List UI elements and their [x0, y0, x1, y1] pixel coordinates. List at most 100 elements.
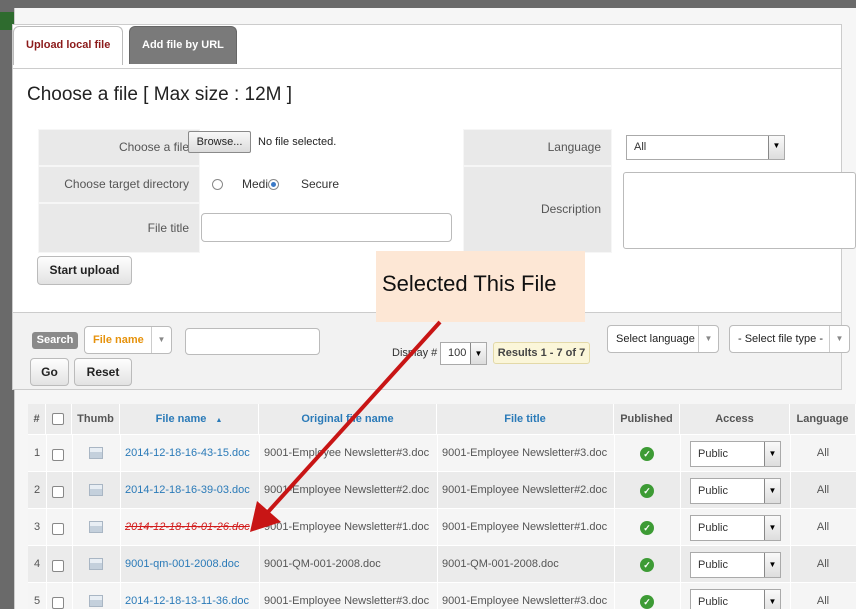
chevron-down-icon: ▼ [764, 516, 780, 540]
search-field-select[interactable]: File name ▼ [84, 326, 172, 354]
document-thumb-icon [89, 521, 103, 533]
radio-secure[interactable] [268, 179, 279, 190]
language-value: All [816, 521, 830, 533]
page-title: Choose a file [ Max size : 12M ] [27, 84, 293, 105]
table-row: 2 2014-12-18-16-39-03.doc 9001-Employee Ne… [28, 471, 856, 509]
access-value: Public [698, 596, 728, 608]
access-value: Public [698, 485, 728, 497]
language-value: All [816, 484, 830, 496]
col-header-file-name[interactable]: File name ▲ [120, 404, 259, 434]
annotation-callout: Selected This File [376, 251, 585, 322]
search-input[interactable] [185, 328, 320, 355]
published-check-icon[interactable]: ✓ [640, 484, 654, 498]
tab-upload-local-file[interactable]: Upload local file [13, 26, 123, 65]
select-language-value: Select language [616, 333, 695, 345]
published-check-icon[interactable]: ✓ [640, 558, 654, 572]
display-count-value: 100 [448, 347, 467, 359]
col-header-file-title[interactable]: File title [437, 404, 614, 434]
published-check-icon[interactable]: ✓ [640, 595, 654, 609]
target-directory-label: Choose target directory [38, 166, 200, 203]
language-label: Language [463, 129, 612, 166]
file-title: 9001-Employee Newsletter#3.doc [442, 447, 608, 459]
document-thumb-icon [89, 447, 103, 459]
table-row: 5 2014-12-18-13-11-36.doc 9001-Employee Ne… [28, 582, 856, 609]
col-header-original-file-name[interactable]: Original file name [259, 404, 437, 434]
display-label: Display # [392, 347, 438, 359]
chevron-down-icon: ▼ [829, 326, 849, 352]
display-count-select[interactable]: 100 ▼ [440, 342, 487, 365]
select-file-type-dropdown[interactable]: - Select file type - ▼ [729, 325, 850, 353]
published-check-icon[interactable]: ✓ [640, 447, 654, 461]
row-checkbox[interactable] [52, 560, 64, 572]
row-checkbox[interactable] [52, 597, 64, 609]
row-number: 4 [33, 558, 41, 570]
original-file-name: 9001-Employee Newsletter#2.doc [264, 484, 430, 496]
browse-button[interactable]: Browse... [188, 131, 251, 153]
file-title-input[interactable] [201, 213, 452, 242]
row-number: 1 [33, 447, 41, 459]
chevron-down-icon: ▼ [470, 343, 486, 364]
select-all-checkbox[interactable] [52, 413, 64, 425]
chevron-down-icon: ▼ [768, 136, 784, 159]
results-badge: Results 1 - 7 of 7 [493, 342, 590, 364]
chevron-down-icon: ▼ [764, 442, 780, 466]
start-upload-button[interactable]: Start upload [37, 256, 132, 285]
access-value: Public [698, 559, 728, 571]
original-file-name: 9001-Employee Newsletter#3.doc [264, 595, 430, 607]
chevron-down-icon: ▼ [764, 479, 780, 503]
search-field-value: File name [93, 334, 144, 346]
chevron-down-icon: ▼ [151, 327, 171, 353]
document-thumb-icon [89, 595, 103, 607]
col-header-num: # [28, 404, 46, 434]
file-title: 9001-Employee Newsletter#1.doc [442, 521, 608, 533]
table-row: 3 2014-12-18-16-01-26.doc 9001-Employee Ne… [28, 508, 856, 546]
original-file-name: 9001-Employee Newsletter#3.doc [264, 447, 430, 459]
radio-media[interactable] [212, 179, 223, 190]
language-value: All [816, 558, 830, 570]
access-select[interactable]: Public ▼ [690, 552, 781, 578]
col-header-thumb: Thumb [72, 404, 120, 434]
file-name-link[interactable]: 9001-qm-001-2008.doc [125, 546, 257, 583]
original-file-name: 9001-Employee Newsletter#1.doc [264, 521, 430, 533]
sort-ascending-icon: ▲ [215, 417, 223, 424]
radio-media-label: Medi [242, 177, 269, 191]
choose-file-label: Choose a file [38, 129, 200, 166]
language-value: All [816, 595, 830, 607]
description-textarea[interactable] [623, 172, 856, 249]
chevron-down-icon: ▼ [698, 326, 718, 352]
row-checkbox[interactable] [52, 486, 64, 498]
access-select[interactable]: Public ▼ [690, 589, 781, 609]
col-header-language: Language [790, 404, 856, 434]
row-checkbox[interactable] [52, 523, 64, 535]
files-table: # Thumb File name ▲ Original file name F… [28, 404, 856, 609]
access-select[interactable]: Public ▼ [690, 478, 781, 504]
select-language-dropdown[interactable]: Select language ▼ [607, 325, 719, 353]
document-thumb-icon [89, 558, 103, 570]
col-header-published: Published [614, 404, 680, 434]
language-select[interactable]: All ▼ [626, 135, 785, 160]
row-number: 3 [33, 521, 41, 533]
col-header-file-name-label: File name [155, 413, 207, 425]
file-title: 9001-QM-001-2008.doc [442, 558, 559, 570]
table-row: 4 9001-qm-001-2008.doc 9001-QM-001-2008.do… [28, 545, 856, 583]
reset-button[interactable]: Reset [74, 358, 132, 386]
file-name-link[interactable]: 2014-12-18-13-11-36.doc [125, 583, 257, 609]
row-number: 2 [33, 484, 41, 496]
access-value: Public [698, 448, 728, 460]
file-name-link[interactable]: 2014-12-18-16-01-26.doc [125, 509, 257, 546]
file-name-link[interactable]: 2014-12-18-16-39-03.doc [125, 472, 257, 509]
table-row: 1 2014-12-18-16-43-15.doc 9001-Employee Ne… [28, 434, 856, 472]
tab-divider [12, 68, 842, 69]
access-select[interactable]: Public ▼ [690, 515, 781, 541]
tab-add-file-by-url[interactable]: Add file by URL [129, 26, 237, 64]
access-select[interactable]: Public ▼ [690, 441, 781, 467]
select-file-type-value: - Select file type - [738, 333, 823, 345]
published-check-icon[interactable]: ✓ [640, 521, 654, 535]
file-name-link[interactable]: 2014-12-18-16-43-15.doc [125, 435, 257, 472]
file-title: 9001-Employee Newsletter#3.doc [442, 595, 608, 607]
file-title-label: File title [38, 203, 200, 253]
radio-secure-label: Secure [301, 177, 340, 191]
row-checkbox[interactable] [52, 449, 64, 461]
go-button[interactable]: Go [30, 358, 69, 386]
language-select-value: All [634, 141, 647, 153]
